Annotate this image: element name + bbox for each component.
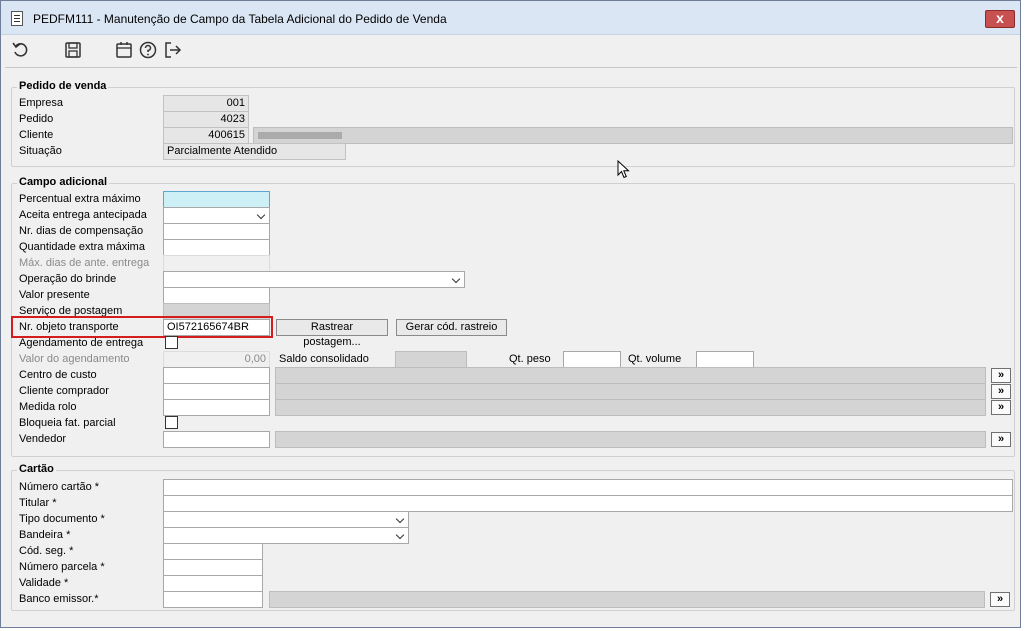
undo-icon[interactable] [11,40,31,60]
operacao-label: Operação do brinde [19,273,117,285]
save-icon[interactable] [63,40,83,60]
toolbar [1,35,1020,65]
valor-presente-label: Valor presente [19,289,90,301]
cliente-code-field: 400615 [163,127,249,144]
medida-code-field[interactable] [163,399,270,416]
operacao-select[interactable] [163,271,465,288]
vendedor-lookup-button[interactable]: » [991,432,1011,447]
centro-label: Centro de custo [19,369,97,381]
cliente-label: Cliente [19,129,54,141]
document-icon [11,11,23,26]
validade-field[interactable] [163,575,263,592]
titular-field[interactable] [163,495,1013,512]
rastrear-button[interactable]: Rastrear postagem... [276,319,388,348]
cliente-comprador-label: Cliente comprador [19,385,109,397]
qtd-extra-field[interactable] [163,239,270,256]
max-dias-field [163,255,270,272]
valor-agend-field: 0,00 [163,351,270,368]
form-area: Pedido de venda Empresa 001 Pedido 4023 … [5,67,1017,625]
banco-lookup-button[interactable]: » [990,592,1010,607]
valor-agend-label: Valor do agendamento [19,353,130,365]
cliente-comprador-desc-field [275,383,986,400]
valor-presente-field[interactable] [163,287,270,304]
aceita-select[interactable] [163,207,270,224]
situacao-label: Situação [19,145,62,157]
dias-comp-field[interactable] [163,223,270,240]
vendedor-label: Vendedor [19,433,67,445]
redacted-name [258,132,342,139]
percentual-field[interactable] [163,191,270,208]
cliente-comprador-lookup-button[interactable]: » [991,384,1011,399]
saldo-label: Saldo consolidado [279,353,369,365]
max-dias-label: Máx. dias de ante. entrega [19,257,150,269]
medida-label: Medida rolo [19,401,77,413]
titular-label: Titular * [19,497,57,509]
dias-comp-label: Nr. dias de compensação [19,225,144,237]
cod-seg-label: Cód. seg. * [19,545,74,557]
pedido-label: Pedido [19,113,54,125]
centro-code-field[interactable] [163,367,270,384]
empresa-field: 001 [163,95,249,112]
cod-seg-field[interactable] [163,543,263,560]
qtd-extra-label: Quantidade extra máxima [19,241,145,253]
qt-peso-label: Qt. peso [509,353,551,365]
num-parcela-field[interactable] [163,559,263,576]
highlight-box [11,316,273,338]
empresa-label: Empresa [19,97,64,109]
banco-desc-field [269,591,985,608]
cliente-name-field [253,127,1013,144]
banco-label: Banco emissor.* [19,593,99,605]
exit-icon[interactable] [163,40,183,60]
validade-label: Validade * [19,577,69,589]
numero-cartao-field[interactable] [163,479,1013,496]
agendamento-label: Agendamento de entrega [19,337,144,349]
centro-lookup-button[interactable]: » [991,368,1011,383]
tipo-doc-select[interactable] [163,511,409,528]
num-parcela-label: Número parcela * [19,561,105,573]
vendedor-code-field[interactable] [163,431,270,448]
percentual-label: Percentual extra máximo [19,193,141,205]
numero-cartao-label: Número cartão * [19,481,100,493]
adicional-group-title: Campo adicional [17,176,110,188]
gerar-button[interactable]: Gerar cód. rastreio [396,319,507,336]
centro-desc-field [275,367,986,384]
app-window: PEDFM111 - Manutenção de Campo da Tabela… [0,0,1021,628]
qt-peso-field[interactable] [563,351,621,368]
medida-desc-field [275,399,986,416]
aceita-label: Aceita entrega antecipada [19,209,147,221]
cartao-group-title: Cartão [17,463,56,475]
vendedor-desc-field [275,431,986,448]
saldo-field [395,351,467,368]
medida-lookup-button[interactable]: » [991,400,1011,415]
bandeira-label: Bandeira * [19,529,71,541]
pedido-group-title: Pedido de venda [17,80,109,92]
close-button[interactable]: x [985,10,1015,28]
mouse-cursor-icon [617,160,630,179]
title-bar: PEDFM111 - Manutenção de Campo da Tabela… [1,1,1020,35]
calendar-icon[interactable] [114,40,134,60]
bloqueia-checkbox[interactable] [165,416,178,429]
qt-volume-field[interactable] [696,351,754,368]
pedido-field: 4023 [163,111,249,128]
help-icon[interactable] [138,40,158,60]
cliente-comprador-code-field[interactable] [163,383,270,400]
agendamento-checkbox[interactable] [165,336,178,349]
qt-volume-label: Qt. volume [628,353,682,365]
window-title: PEDFM111 - Manutenção de Campo da Tabela… [33,12,447,26]
banco-code-field[interactable] [163,591,263,608]
bloqueia-label: Bloqueia fat. parcial [19,417,116,429]
tipo-doc-label: Tipo documento * [19,513,105,525]
bandeira-select[interactable] [163,527,409,544]
situacao-field: Parcialmente Atendido [163,143,346,160]
